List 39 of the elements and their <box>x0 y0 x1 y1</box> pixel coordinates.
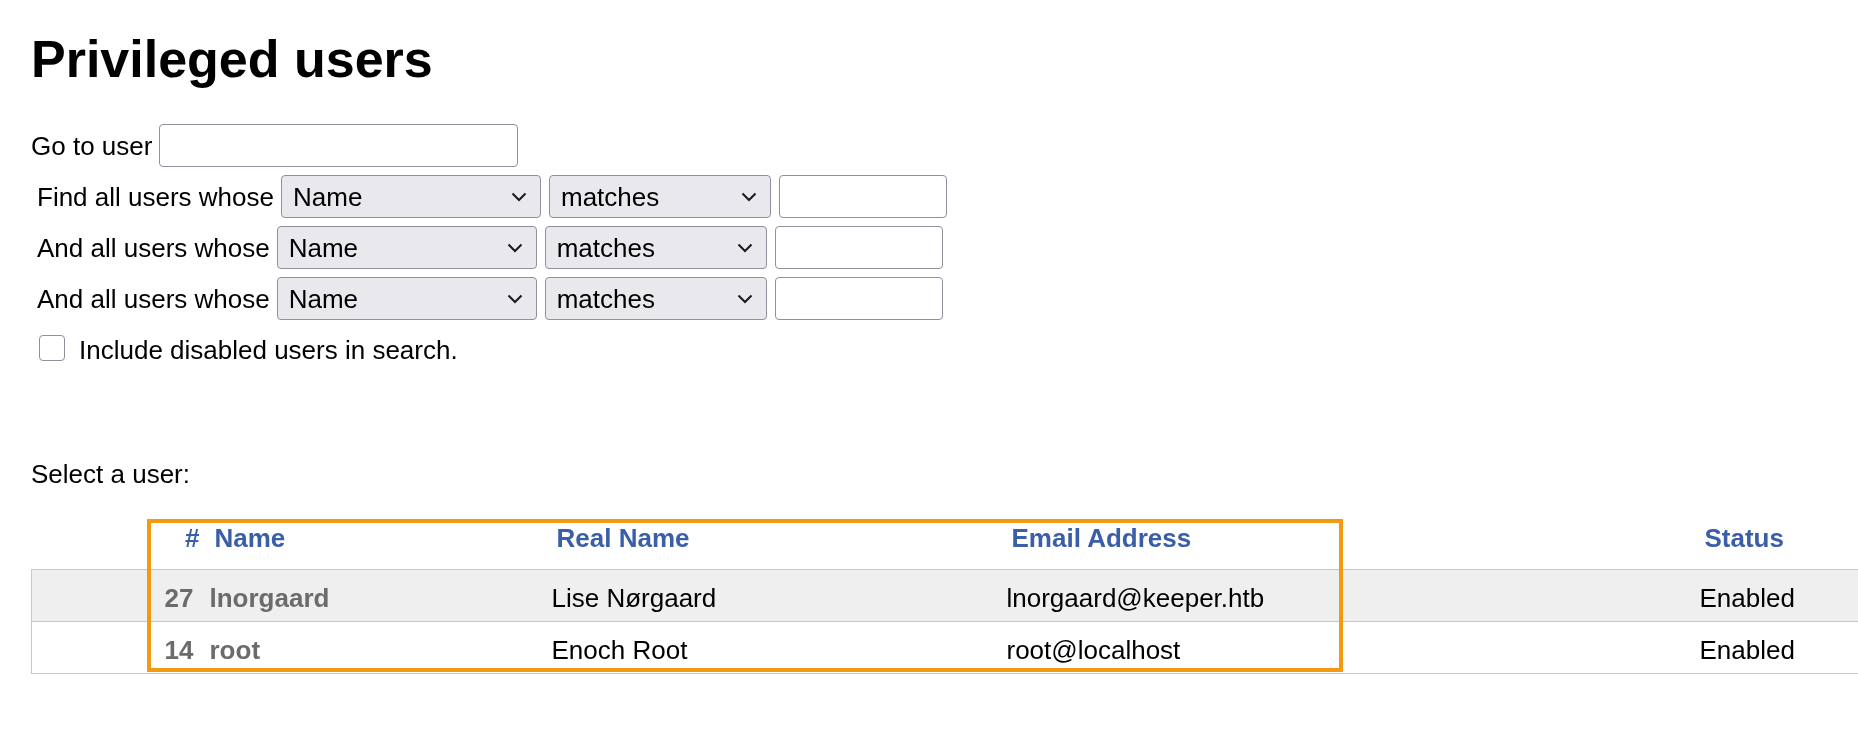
prompt-text: Select a user: <box>31 459 190 489</box>
operator-select[interactable]: matches <box>544 226 767 269</box>
status-text: Enabled <box>1699 635 1795 665</box>
filter-label: Find all users whose <box>37 181 274 212</box>
filter-label: And all users whose <box>37 232 270 263</box>
chevron-down-icon <box>506 242 523 253</box>
value-field[interactable] <box>779 175 947 218</box>
column-header[interactable]: Name <box>214 523 286 553</box>
column-header[interactable]: Email Address <box>1011 523 1192 553</box>
go-to-user-label: Go to user <box>31 130 153 161</box>
column-header[interactable]: Real Name <box>556 523 690 553</box>
go-to-user-field[interactable] <box>159 124 519 167</box>
email-address: lnorgaard@keeper.htb <box>1006 583 1265 613</box>
username-link[interactable]: lnorgaard <box>209 583 330 613</box>
email-address: root@localhost <box>1006 635 1181 665</box>
value-field[interactable] <box>774 277 943 320</box>
user-id-link[interactable]: 27 <box>164 583 194 613</box>
username-link[interactable]: root <box>209 635 261 665</box>
filter-label: And all users whose <box>37 283 270 314</box>
value-field[interactable] <box>774 226 943 269</box>
column-header[interactable]: # <box>185 523 200 553</box>
real-name: Lise Nørgaard <box>551 583 717 613</box>
chevron-down-icon <box>506 293 523 304</box>
operator-select[interactable]: matches <box>544 277 767 320</box>
user-id-link[interactable]: 14 <box>164 635 194 665</box>
checkbox[interactable] <box>39 335 65 361</box>
checkbox-label: Include disabled users in search. <box>79 335 458 365</box>
chevron-down-icon <box>741 191 757 202</box>
status-text: Enabled <box>1699 583 1795 613</box>
field-select[interactable]: Name <box>276 277 537 320</box>
field-select[interactable]: Name <box>281 175 541 218</box>
column-header[interactable]: Status <box>1704 523 1784 553</box>
operator-select[interactable]: matches <box>549 175 771 218</box>
chevron-down-icon <box>736 293 753 304</box>
real-name: Enoch Root <box>551 635 688 665</box>
chevron-down-icon <box>511 191 527 202</box>
chevron-down-icon <box>736 242 753 253</box>
field-select[interactable]: Name <box>276 226 537 269</box>
page-title: Privileged users <box>31 29 433 89</box>
